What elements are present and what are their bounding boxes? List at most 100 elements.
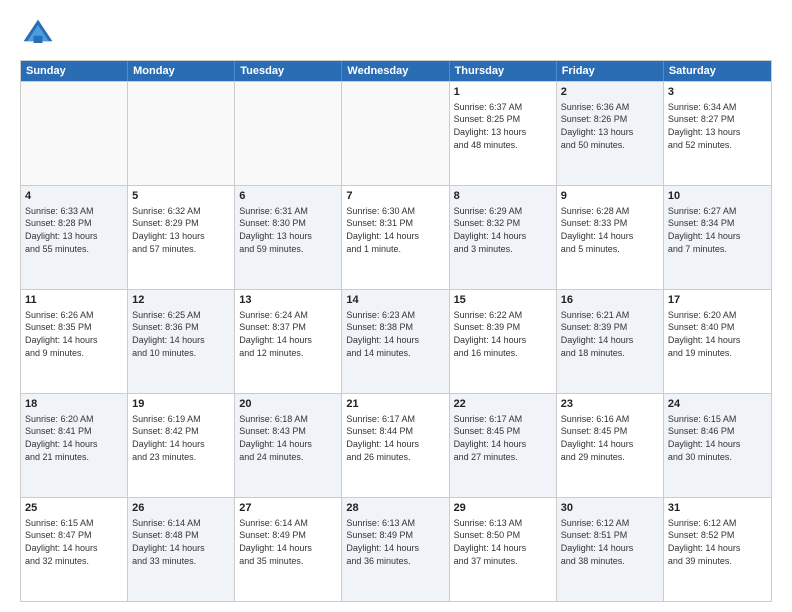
day-number: 29 <box>454 501 552 516</box>
cell-text-line: Sunrise: 6:26 AM <box>25 309 123 322</box>
cell-text-line: and 21 minutes. <box>25 451 123 464</box>
calendar-header-cell: Tuesday <box>235 61 342 81</box>
calendar: SundayMondayTuesdayWednesdayThursdayFrid… <box>20 60 772 602</box>
cell-text-line: Sunrise: 6:25 AM <box>132 309 230 322</box>
calendar-header-cell: Wednesday <box>342 61 449 81</box>
cell-text-line: Daylight: 13 hours <box>132 230 230 243</box>
cell-text-line: Daylight: 13 hours <box>25 230 123 243</box>
cell-text-line: and 33 minutes. <box>132 555 230 568</box>
page: SundayMondayTuesdayWednesdayThursdayFrid… <box>0 0 792 612</box>
cell-text-line: Daylight: 14 hours <box>239 542 337 555</box>
day-number: 25 <box>25 501 123 516</box>
calendar-cell: 25Sunrise: 6:15 AMSunset: 8:47 PMDayligh… <box>21 498 128 601</box>
calendar-cell: 12Sunrise: 6:25 AMSunset: 8:36 PMDayligh… <box>128 290 235 393</box>
calendar-cell <box>128 82 235 185</box>
cell-text-line: Sunrise: 6:20 AM <box>668 309 767 322</box>
cell-text-line: Sunrise: 6:15 AM <box>668 413 767 426</box>
calendar-header-cell: Thursday <box>450 61 557 81</box>
cell-text-line: Sunset: 8:34 PM <box>668 217 767 230</box>
calendar-cell: 31Sunrise: 6:12 AMSunset: 8:52 PMDayligh… <box>664 498 771 601</box>
calendar-cell <box>235 82 342 185</box>
cell-text-line: and 35 minutes. <box>239 555 337 568</box>
cell-text-line: Daylight: 14 hours <box>346 230 444 243</box>
day-number: 3 <box>668 85 767 100</box>
logo-icon <box>20 16 56 52</box>
calendar-cell: 4Sunrise: 6:33 AMSunset: 8:28 PMDaylight… <box>21 186 128 289</box>
cell-text-line: Daylight: 14 hours <box>454 542 552 555</box>
cell-text-line: Daylight: 14 hours <box>25 438 123 451</box>
cell-text-line: Sunset: 8:37 PM <box>239 321 337 334</box>
cell-text-line: Daylight: 14 hours <box>454 230 552 243</box>
cell-text-line: Daylight: 14 hours <box>454 438 552 451</box>
cell-text-line: Sunrise: 6:37 AM <box>454 101 552 114</box>
calendar-cell: 10Sunrise: 6:27 AMSunset: 8:34 PMDayligh… <box>664 186 771 289</box>
cell-text-line: and 7 minutes. <box>668 243 767 256</box>
cell-text-line: Daylight: 14 hours <box>561 334 659 347</box>
day-number: 23 <box>561 397 659 412</box>
calendar-cell: 9Sunrise: 6:28 AMSunset: 8:33 PMDaylight… <box>557 186 664 289</box>
calendar-row: 25Sunrise: 6:15 AMSunset: 8:47 PMDayligh… <box>21 497 771 601</box>
cell-text-line: Sunset: 8:36 PM <box>132 321 230 334</box>
cell-text-line: Sunset: 8:48 PM <box>132 529 230 542</box>
cell-text-line: Daylight: 14 hours <box>239 334 337 347</box>
cell-text-line: Sunset: 8:27 PM <box>668 113 767 126</box>
cell-text-line: and 24 minutes. <box>239 451 337 464</box>
cell-text-line: Sunset: 8:45 PM <box>561 425 659 438</box>
calendar-row: 18Sunrise: 6:20 AMSunset: 8:41 PMDayligh… <box>21 393 771 497</box>
cell-text-line: Sunset: 8:42 PM <box>132 425 230 438</box>
cell-text-line: and 3 minutes. <box>454 243 552 256</box>
day-number: 8 <box>454 189 552 204</box>
cell-text-line: and 30 minutes. <box>668 451 767 464</box>
cell-text-line: Sunset: 8:52 PM <box>668 529 767 542</box>
cell-text-line: Sunrise: 6:30 AM <box>346 205 444 218</box>
day-number: 28 <box>346 501 444 516</box>
calendar-cell: 3Sunrise: 6:34 AMSunset: 8:27 PMDaylight… <box>664 82 771 185</box>
cell-text-line: and 23 minutes. <box>132 451 230 464</box>
day-number: 30 <box>561 501 659 516</box>
cell-text-line: Sunset: 8:33 PM <box>561 217 659 230</box>
cell-text-line: Sunrise: 6:13 AM <box>346 517 444 530</box>
cell-text-line: Sunrise: 6:12 AM <box>668 517 767 530</box>
calendar-cell: 23Sunrise: 6:16 AMSunset: 8:45 PMDayligh… <box>557 394 664 497</box>
cell-text-line: and 5 minutes. <box>561 243 659 256</box>
cell-text-line: Sunrise: 6:15 AM <box>25 517 123 530</box>
cell-text-line: Sunrise: 6:23 AM <box>346 309 444 322</box>
calendar-row: 4Sunrise: 6:33 AMSunset: 8:28 PMDaylight… <box>21 185 771 289</box>
day-number: 15 <box>454 293 552 308</box>
day-number: 19 <box>132 397 230 412</box>
day-number: 14 <box>346 293 444 308</box>
cell-text-line: Sunrise: 6:28 AM <box>561 205 659 218</box>
cell-text-line: and 29 minutes. <box>561 451 659 464</box>
calendar-row: 11Sunrise: 6:26 AMSunset: 8:35 PMDayligh… <box>21 289 771 393</box>
cell-text-line: and 55 minutes. <box>25 243 123 256</box>
calendar-cell: 11Sunrise: 6:26 AMSunset: 8:35 PMDayligh… <box>21 290 128 393</box>
day-number: 2 <box>561 85 659 100</box>
day-number: 13 <box>239 293 337 308</box>
cell-text-line: Sunrise: 6:20 AM <box>25 413 123 426</box>
cell-text-line: Sunrise: 6:36 AM <box>561 101 659 114</box>
cell-text-line: Sunset: 8:32 PM <box>454 217 552 230</box>
cell-text-line: and 26 minutes. <box>346 451 444 464</box>
calendar-header-cell: Sunday <box>21 61 128 81</box>
cell-text-line: Daylight: 13 hours <box>454 126 552 139</box>
cell-text-line: Sunset: 8:40 PM <box>668 321 767 334</box>
cell-text-line: Daylight: 14 hours <box>668 438 767 451</box>
calendar-header-cell: Saturday <box>664 61 771 81</box>
cell-text-line: Daylight: 14 hours <box>132 334 230 347</box>
cell-text-line: Sunrise: 6:14 AM <box>132 517 230 530</box>
calendar-cell: 17Sunrise: 6:20 AMSunset: 8:40 PMDayligh… <box>664 290 771 393</box>
cell-text-line: Sunrise: 6:31 AM <box>239 205 337 218</box>
cell-text-line: Daylight: 14 hours <box>561 230 659 243</box>
cell-text-line: Daylight: 14 hours <box>239 438 337 451</box>
cell-text-line: Daylight: 14 hours <box>25 542 123 555</box>
cell-text-line: and 12 minutes. <box>239 347 337 360</box>
day-number: 1 <box>454 85 552 100</box>
cell-text-line: Daylight: 14 hours <box>132 438 230 451</box>
cell-text-line: Sunset: 8:26 PM <box>561 113 659 126</box>
cell-text-line: Daylight: 14 hours <box>561 542 659 555</box>
cell-text-line: Sunrise: 6:29 AM <box>454 205 552 218</box>
cell-text-line: Daylight: 14 hours <box>132 542 230 555</box>
calendar-cell: 18Sunrise: 6:20 AMSunset: 8:41 PMDayligh… <box>21 394 128 497</box>
day-number: 6 <box>239 189 337 204</box>
day-number: 9 <box>561 189 659 204</box>
